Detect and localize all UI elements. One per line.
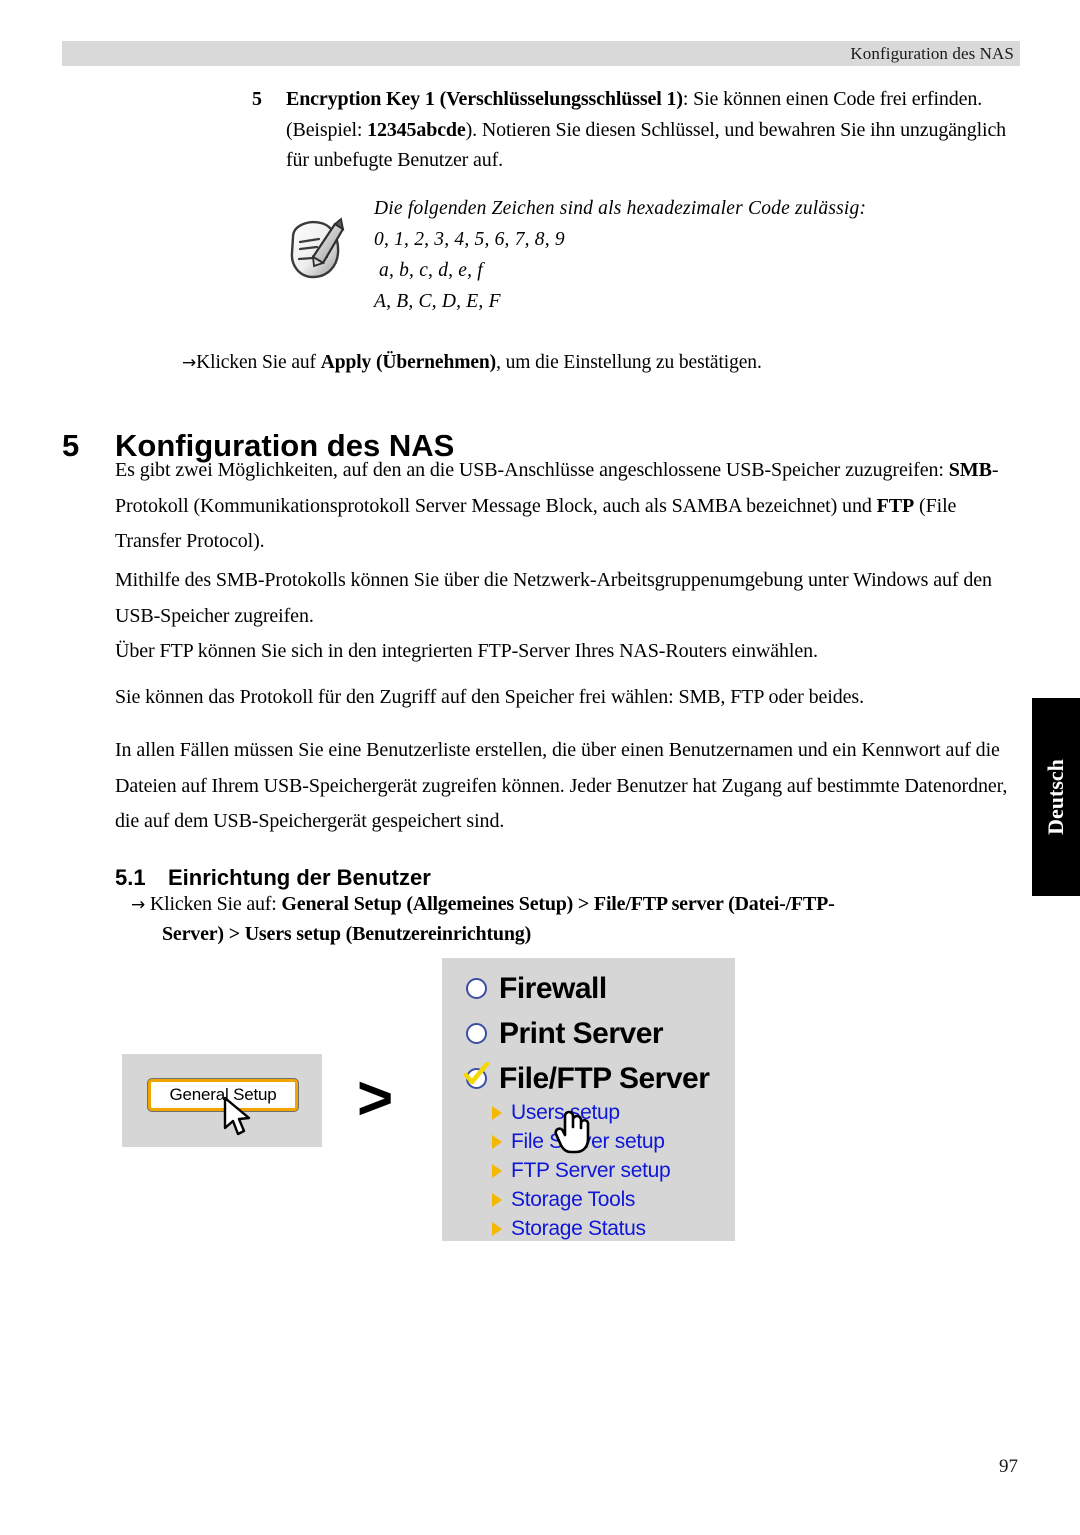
arrow-cursor-icon [222,1096,256,1145]
menu-item-file-ftp-server[interactable]: File/FTP Server [463,1056,726,1101]
submenu-item-file-server-setup[interactable]: File Server setup [492,1127,732,1156]
note-pencil-icon [283,215,349,285]
radio-unchecked-icon [466,978,487,999]
submenu-item-storage-status-label: Storage Status [511,1216,646,1240]
running-header-bar: Konfiguration des NAS [62,41,1020,66]
note-uppercase: A, B, C, D, E, F [374,291,501,312]
triangle-bullet-icon [492,1134,502,1149]
submenu-item-storage-tools-label: Storage Tools [511,1187,636,1211]
right-arrow-icon: → [131,895,146,915]
language-side-tab: Deutsch [1032,698,1080,896]
submenu-item-storage-tools[interactable]: Storage Tools [492,1185,732,1214]
section-heading-5-1: 5.1 Einrichtung der Benutzer [115,863,815,893]
triangle-bullet-icon [492,1163,502,1178]
note-digits: 0, 1, 2, 3, 4, 5, 6, 7, 8, 9 [374,229,565,250]
chapter-number: 5 [62,427,80,463]
navigation-prefix: Klicken Sie auf: [149,893,282,915]
apply-instruction-line: →Klicken Sie auf Apply (Übernehmen), um … [182,349,1022,377]
radio-unchecked-icon [466,1023,487,1044]
paragraph-user-list: In allen Fällen müssen Sie eine Benutzer… [115,739,1008,832]
triangle-bullet-icon [492,1221,502,1236]
p1-part-a: Es gibt zwei Möglichkeiten, auf den an d… [115,459,949,481]
submenu-item-ftp-server-setup[interactable]: FTP Server setup [492,1156,732,1185]
p1-ftp-bold: FTP [876,494,915,517]
apply-instruction-prefix: Klicken Sie auf [196,352,321,373]
page-number: 97 [999,1456,1018,1477]
note-title: Die folgenden Zeichen sind als hexadezim… [374,198,867,219]
note-text-lines: Die folgenden Zeichen sind als hexadezim… [374,193,1023,317]
menu-item-file-ftp-server-label: File/FTP Server [499,1061,710,1095]
radio-checked-icon [463,1062,490,1089]
menu-item-print-server-label: Print Server [499,1016,664,1050]
submenu-item-storage-status[interactable]: Storage Status [492,1214,732,1243]
submenu-item-users-setup[interactable]: Users setup [492,1098,732,1127]
file-ftp-submenu-list: Users setup File Server setup FTP Server… [492,1098,732,1243]
menu-item-firewall[interactable]: Firewall [466,966,726,1011]
running-header-title: Konfiguration des NAS [850,44,1014,63]
step-number: 5 [252,88,262,110]
section-title: Einrichtung der Benutzer [168,865,431,891]
note-lowercase: a, b, c, d, e, f [379,260,483,281]
paragraph-smb-ftp-access: Mithilfe des SMB-Protokolls können Sie ü… [115,563,1018,670]
navigation-path-line-2: Server) > Users setup (Benutzereinrichtu… [162,923,532,945]
file-ftp-menu-panel: Firewall Print Server File/FTP Server Us… [442,958,735,1241]
apply-button-label: Apply (Übernehmen) [320,352,497,373]
p2-line-1: Mithilfe des SMB-Protokolls können Sie ü… [115,569,992,627]
triangle-bullet-icon [492,1105,502,1120]
step-bold-lead: Encryption Key 1 (Verschlüsselungsschlüs… [286,88,683,110]
p2-line-2: Über FTP können Sie sich in den integrie… [115,640,818,662]
figure-separator-arrow: > [357,1064,394,1133]
main-menu-list: Firewall Print Server File/FTP Server [463,966,726,1101]
navigation-path-line-1: General Setup (Allgemeines Setup) > File… [281,893,835,915]
p1-smb-bold: SMB [948,459,992,481]
section-navigation-path: → Klicken Sie auf: General Setup (Allgem… [131,890,991,949]
step-bold-example: 12345abcde [367,118,466,141]
triangle-bullet-icon [492,1192,502,1207]
menu-item-firewall-label: Firewall [499,971,607,1005]
step-text: Encryption Key 1 (Verschlüsselungsschlüs… [286,84,1014,176]
language-side-tab-label: Deutsch [1043,759,1068,835]
hand-cursor-icon [552,1106,592,1161]
right-arrow-icon: → [182,353,197,373]
apply-instruction-suffix: , um die Einstellung zu bestätigen. [496,352,762,373]
note-callout: Die folgenden Zeichen sind als hexadezim… [283,193,1023,317]
section-number: 5.1 [115,865,146,891]
paragraph-protocol-choice: Sie können das Protokoll für den Zugriff… [115,686,864,708]
submenu-item-ftp-server-setup-label: FTP Server setup [511,1158,671,1182]
menu-item-print-server[interactable]: Print Server [466,1011,726,1056]
paragraph-protocols: Es gibt zwei Möglichkeiten, auf den an d… [115,453,1018,560]
numbered-step-5: 5 Encryption Key 1 (Verschlüsselungsschl… [252,84,1014,176]
